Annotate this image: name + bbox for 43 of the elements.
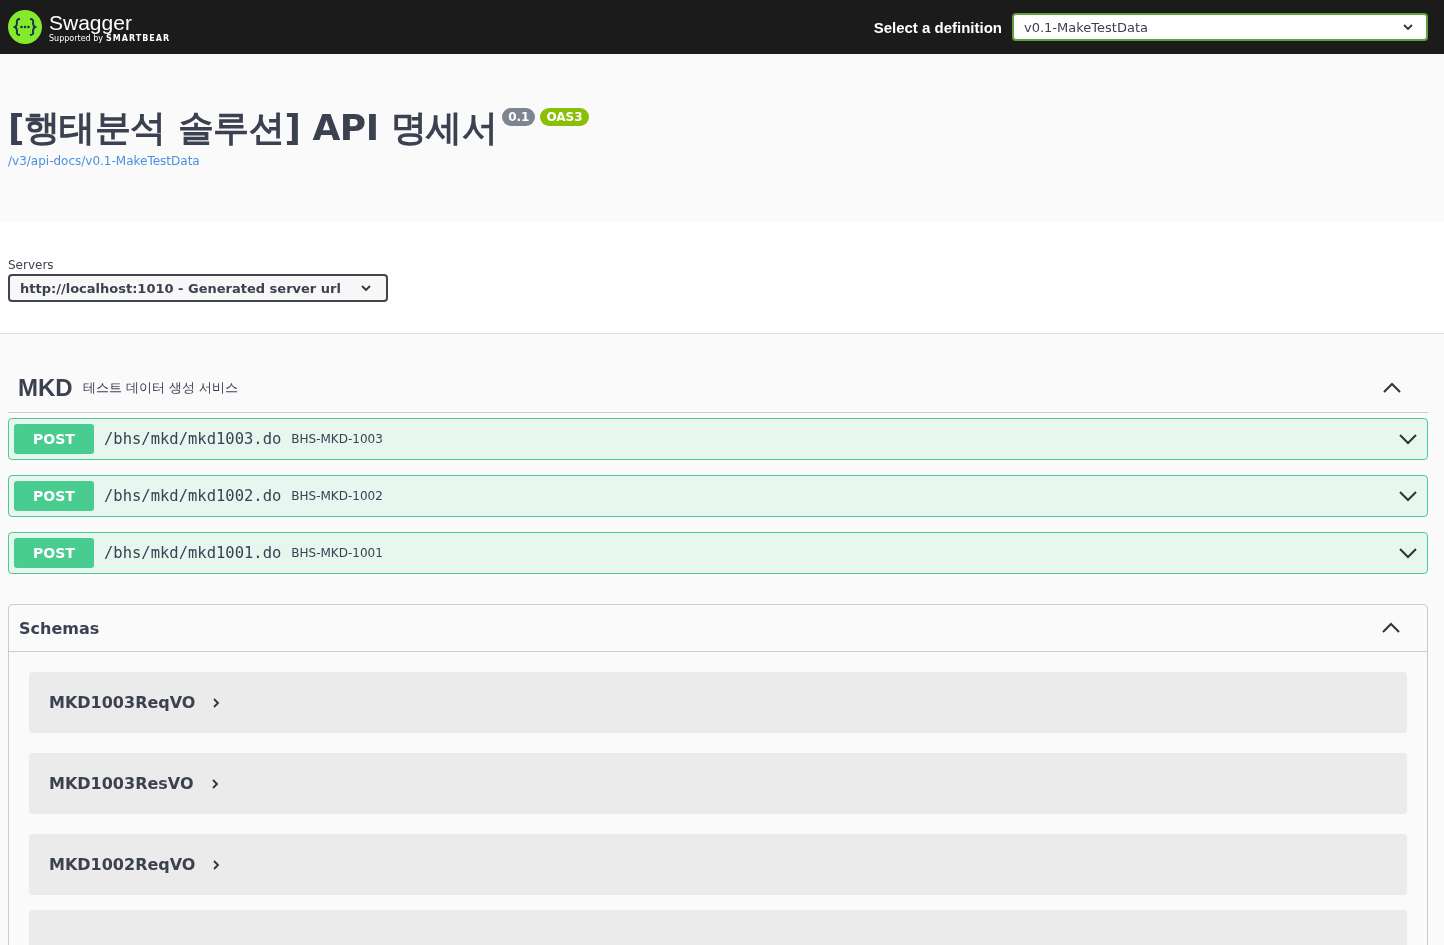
schema-row[interactable]: MKD1003ResVO <box>29 753 1407 814</box>
version-badge: 0.1 <box>502 108 536 126</box>
schema-row[interactable]: MKD1002ReqVO <box>29 834 1407 895</box>
chevron-icon[interactable] <box>1398 547 1418 559</box>
chevron-down-icon <box>360 284 372 292</box>
chevron-down-icon <box>1402 23 1414 31</box>
operation-row[interactable]: POST /bhs/mkd/mkd1002.do BHS-MKD-1002 <box>8 475 1428 517</box>
chevron-icon[interactable] <box>1382 382 1402 394</box>
schemas-title: Schemas <box>19 618 100 638</box>
chevron-right-icon[interactable] <box>210 777 219 790</box>
definition-label: Select a definition <box>873 18 1002 36</box>
servers-select[interactable]: http://localhost:1010 - Generated server url <box>8 274 388 302</box>
schema-name: MKD1003ReqVO <box>49 693 196 712</box>
page-title: [행태분석 솔루션] API 명세서 <box>8 106 498 150</box>
oas-badge: OAS3 <box>540 108 589 126</box>
schema-name: MKD1002ReqVO <box>49 855 196 874</box>
operation-path: /bhs/mkd/mkd1003.do <box>104 430 282 448</box>
operation-path: /bhs/mkd/mkd1001.do <box>104 544 282 562</box>
operation-summary: BHS-MKD-1002 <box>291 489 383 503</box>
method-badge: POST <box>14 481 94 511</box>
chevron-icon[interactable] <box>1381 622 1401 634</box>
operation-path: /bhs/mkd/mkd1002.do <box>104 487 282 505</box>
tag-header[interactable]: MKD 테스트 데이터 생성 서비스 <box>8 364 1428 413</box>
schema-row[interactable]: MKD1003ReqVO <box>29 672 1407 733</box>
chevron-icon[interactable] <box>1398 433 1418 445</box>
method-badge: POST <box>14 538 94 568</box>
operation-row[interactable]: POST /bhs/mkd/mkd1001.do BHS-MKD-1001 <box>8 532 1428 574</box>
operation-summary: BHS-MKD-1001 <box>291 546 383 560</box>
schema-name: MKD1003ResVO <box>49 774 194 793</box>
tag-name: MKD <box>18 374 73 402</box>
operation-summary: BHS-MKD-1003 <box>291 432 383 446</box>
servers-label: Servers <box>8 258 54 272</box>
chevron-icon[interactable] <box>1398 490 1418 502</box>
tag-description: 테스트 데이터 생성 서비스 <box>82 379 239 397</box>
method-badge: POST <box>14 424 94 454</box>
chevron-right-icon[interactable] <box>212 696 221 709</box>
logo-name: Swagger <box>49 11 133 34</box>
swagger-logo-icon <box>8 10 42 44</box>
definition-select[interactable]: v0.1-MakeTestData <box>1012 13 1428 41</box>
logo-tagline: Supported by <box>49 33 103 43</box>
logo-brand: SMARTBEAR <box>106 33 171 43</box>
operation-row[interactable]: POST /bhs/mkd/mkd1003.do BHS-MKD-1003 <box>8 418 1428 460</box>
chevron-right-icon[interactable] <box>212 858 221 871</box>
